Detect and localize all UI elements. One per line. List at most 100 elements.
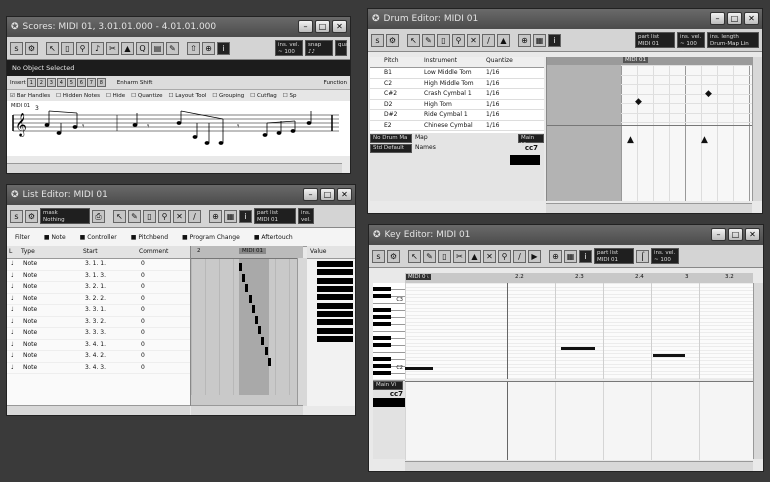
drumstick-icon[interactable]: ✎: [422, 33, 435, 47]
col-quantize-header[interactable]: Quantize: [486, 57, 513, 67]
ins-length-dropdown[interactable]: ins. length Drum-Map Lin: [707, 32, 759, 48]
list-note-block[interactable]: [242, 273, 246, 282]
glue-icon[interactable]: ▲: [497, 33, 510, 47]
line-tool-icon[interactable]: ∕: [482, 33, 495, 47]
drum-list[interactable]: Pitch Instrument Quantize B1 Low Middle T…: [370, 57, 544, 135]
glue-icon[interactable]: ▲: [468, 249, 481, 263]
settings-icon[interactable]: ⚙: [25, 41, 38, 55]
drum-row[interactable]: B1 Low Middle Tom 1/16: [370, 68, 544, 79]
insert-1-button[interactable]: 1: [26, 78, 36, 87]
event-row[interactable]: ♩ Note 3. 3. 3. 0: [7, 328, 190, 340]
event-row[interactable]: ♩ Note 3. 4. 3. 0: [7, 363, 190, 374]
drum-editor-titlebar[interactable]: ✪ Drum Editor: MIDI 01 – □ ✕: [368, 9, 762, 29]
solo-icon[interactable]: s: [10, 41, 23, 55]
drum-row[interactable]: E2 Chinese Cymbal 1/16: [370, 121, 544, 131]
zoom-tool-icon[interactable]: ⚲: [76, 41, 89, 55]
part-list-dropdown[interactable]: part list MIDI 01: [594, 248, 634, 264]
pencil-icon[interactable]: ✎: [423, 249, 436, 263]
minimize-button[interactable]: –: [710, 12, 725, 25]
list-note-block[interactable]: [239, 263, 242, 271]
mute-icon[interactable]: ✕: [467, 33, 480, 47]
list-note-block[interactable]: [251, 305, 255, 313]
drum-grid[interactable]: MIDI 01 ▲ ▲ ◆ ◆: [546, 57, 753, 201]
key-note-grid[interactable]: [405, 283, 753, 379]
step-input-icon[interactable]: ⌠: [636, 249, 649, 263]
pencil-icon[interactable]: ✎: [166, 41, 179, 55]
ins-vel-field[interactable]: ins. vel.: [298, 208, 314, 224]
info-icon[interactable]: i: [548, 33, 561, 47]
list-editor-window[interactable]: ✪ List Editor: MIDI 01 – □ ✕ s ⚙ mask Not…: [6, 184, 356, 416]
list-note-grid[interactable]: 2 MIDI 01: [191, 246, 303, 406]
play-icon[interactable]: ▶: [528, 249, 541, 263]
filter-note-checkbox[interactable]: ■ Note: [44, 234, 66, 241]
quant-field[interactable]: quant: [335, 40, 350, 56]
arrow-tool-icon[interactable]: ↖: [46, 41, 59, 55]
line-tool-icon[interactable]: ∕: [188, 209, 201, 223]
solo-icon[interactable]: s: [371, 33, 384, 47]
list-note-block[interactable]: [267, 357, 271, 366]
bar-handles-checkbox[interactable]: ☑ Bar Handles: [10, 93, 50, 99]
midi-note[interactable]: [653, 354, 685, 357]
insert-5-button[interactable]: 5: [66, 78, 76, 87]
list-note-block[interactable]: [261, 336, 265, 345]
eraser-tool-icon[interactable]: ▯: [438, 249, 451, 263]
settings-icon[interactable]: ⚙: [25, 209, 38, 223]
settings-icon[interactable]: ⚙: [387, 249, 400, 263]
zoom-tool-icon[interactable]: ⚲: [452, 33, 465, 47]
value-bar[interactable]: [317, 335, 353, 342]
insert-4-button[interactable]: 4: [56, 78, 66, 87]
event-row[interactable]: ♩ Note 3. 3. 2. 0: [7, 317, 190, 328]
scores-hscrollbar[interactable]: [7, 163, 342, 173]
split-icon[interactable]: ⊕: [518, 33, 531, 47]
drum-map-dropdown[interactable]: No Drum Ma: [370, 134, 412, 143]
up-arrow-icon[interactable]: ⇧: [187, 41, 200, 55]
col-l-header[interactable]: L: [7, 246, 21, 258]
glue-icon[interactable]: ▲: [121, 41, 134, 55]
zoom-tool-icon[interactable]: ⚲: [498, 249, 511, 263]
col-comment-header[interactable]: Comment: [139, 246, 168, 258]
mask-dropdown[interactable]: mask Nothing: [40, 208, 90, 224]
ins-vel-field[interactable]: ins. vel. ~ 100 ~: [651, 248, 679, 270]
drum-hit-icon[interactable]: ◆: [705, 89, 712, 99]
ins-vel-field[interactable]: ins. vel. ~ 100 ~: [677, 32, 705, 54]
solo-icon[interactable]: s: [372, 249, 385, 263]
value-bar[interactable]: [317, 302, 353, 309]
value-bar[interactable]: [317, 277, 353, 284]
scissors-icon[interactable]: ✂: [453, 249, 466, 263]
close-button[interactable]: ✕: [744, 12, 759, 25]
minimize-button[interactable]: –: [711, 228, 726, 241]
event-row[interactable]: ♩ Note 3. 4. 1. 0: [7, 340, 190, 351]
filter-program-change-checkbox[interactable]: ■ Program Change: [182, 234, 240, 241]
value-bar[interactable]: [317, 294, 353, 301]
main-vi-dropdown[interactable]: Main Vi: [373, 381, 403, 390]
scissors-icon[interactable]: ✂: [106, 41, 119, 55]
eraser-tool-icon[interactable]: ▯: [143, 209, 156, 223]
eraser-tool-icon[interactable]: ▯: [61, 41, 74, 55]
arrow-tool-icon[interactable]: ↖: [408, 249, 421, 263]
close-button[interactable]: ✕: [337, 188, 352, 201]
note-tool-icon[interactable]: ♪: [91, 41, 104, 55]
value-bar[interactable]: [317, 319, 353, 326]
filter-aftertouch-checkbox[interactable]: ■ Aftertouch: [254, 234, 293, 241]
magnify-icon[interactable]: Q: [136, 41, 149, 55]
names-dropdown[interactable]: Std Default: [370, 144, 412, 153]
drum-row[interactable]: D2 High Tom 1/16: [370, 100, 544, 110]
pencil-icon[interactable]: ✎: [128, 209, 141, 223]
close-button[interactable]: ✕: [745, 228, 760, 241]
col-type-header[interactable]: Type: [21, 246, 83, 258]
key-vscrollbar[interactable]: [753, 283, 763, 459]
hidden-notes-checkbox[interactable]: ☐ Hidden Notes: [56, 93, 100, 99]
grid-icon[interactable]: ▦: [564, 249, 577, 263]
piano-keyboard[interactable]: C3 C2: [373, 283, 406, 381]
scores-window[interactable]: ✪ Scores: MIDI 01, 3.01.01.000 - 4.01.01…: [6, 16, 351, 174]
close-button[interactable]: ✕: [332, 20, 347, 33]
insert-icon[interactable]: ⎙: [92, 209, 105, 223]
insert-2-button[interactable]: 2: [36, 78, 46, 87]
snap-field[interactable]: snap ♪♪: [305, 40, 333, 56]
list-grid-vscrollbar[interactable]: [297, 258, 307, 406]
drum-row[interactable]: C2 High Middle Tom 1/16: [370, 79, 544, 89]
mute-icon[interactable]: ✕: [173, 209, 186, 223]
layout-tool-checkbox[interactable]: ☐ Layout Tool: [169, 93, 207, 99]
split-icon[interactable]: ⊕: [209, 209, 222, 223]
settings-icon[interactable]: ⚙: [386, 33, 399, 47]
